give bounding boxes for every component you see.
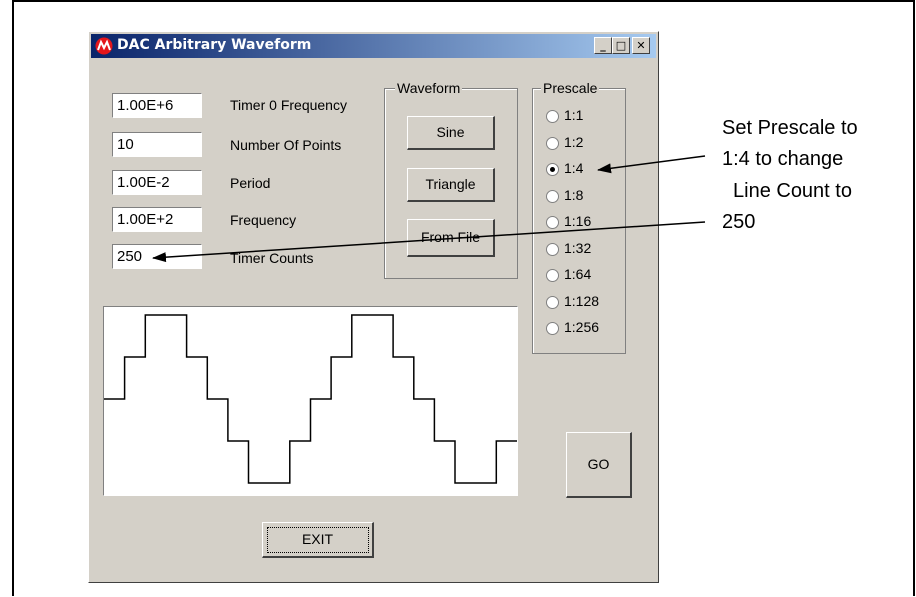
arrow-to-timer-counts: [152, 221, 706, 263]
callout-arrows: [152, 155, 706, 263]
arrow-to-prescale: [597, 155, 706, 174]
